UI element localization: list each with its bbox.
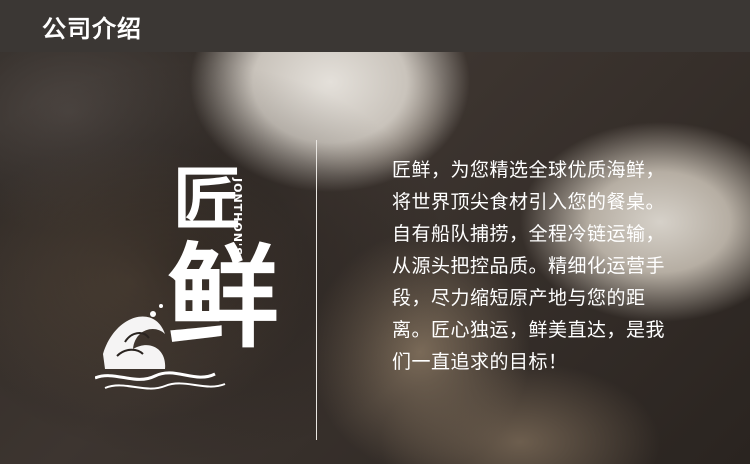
intro-line: 从源头把控品质。精细化运营手 — [392, 255, 666, 277]
section-header: 公司介绍 — [0, 0, 750, 52]
logo-english-text: JONTHON'S — [231, 178, 244, 257]
intro-line: 们一直追求的目标！ — [392, 351, 568, 373]
section-title: 公司介绍 — [42, 14, 142, 43]
intro-text: 匠鲜，为您精选全球优质海鲜， 将世界顶尖食材引入您的餐桌。 自有船队捕捞，全程冷… — [392, 154, 702, 378]
intro-line: 离。匠心独运，鲜美直达，是我 — [392, 319, 666, 341]
intro-line: 将世界顶尖食材引入您的餐桌。 — [392, 191, 666, 213]
intro-banner: 匠 鲜 JONTHON'S 匠鲜，为您精选全球优质海鲜， 将世界顶尖食材引入您的… — [0, 52, 750, 464]
vertical-divider — [316, 140, 317, 440]
intro-line: 自有船队捕捞，全程冷链运输， — [392, 223, 666, 245]
logo-char-xian: 鲜 — [167, 232, 279, 363]
intro-line: 段，尽力缩短原产地与您的距 — [392, 287, 646, 309]
intro-line: 匠鲜，为您精选全球优质海鲜， — [392, 159, 666, 181]
brand-logo: 匠 鲜 JONTHON'S — [95, 164, 279, 394]
